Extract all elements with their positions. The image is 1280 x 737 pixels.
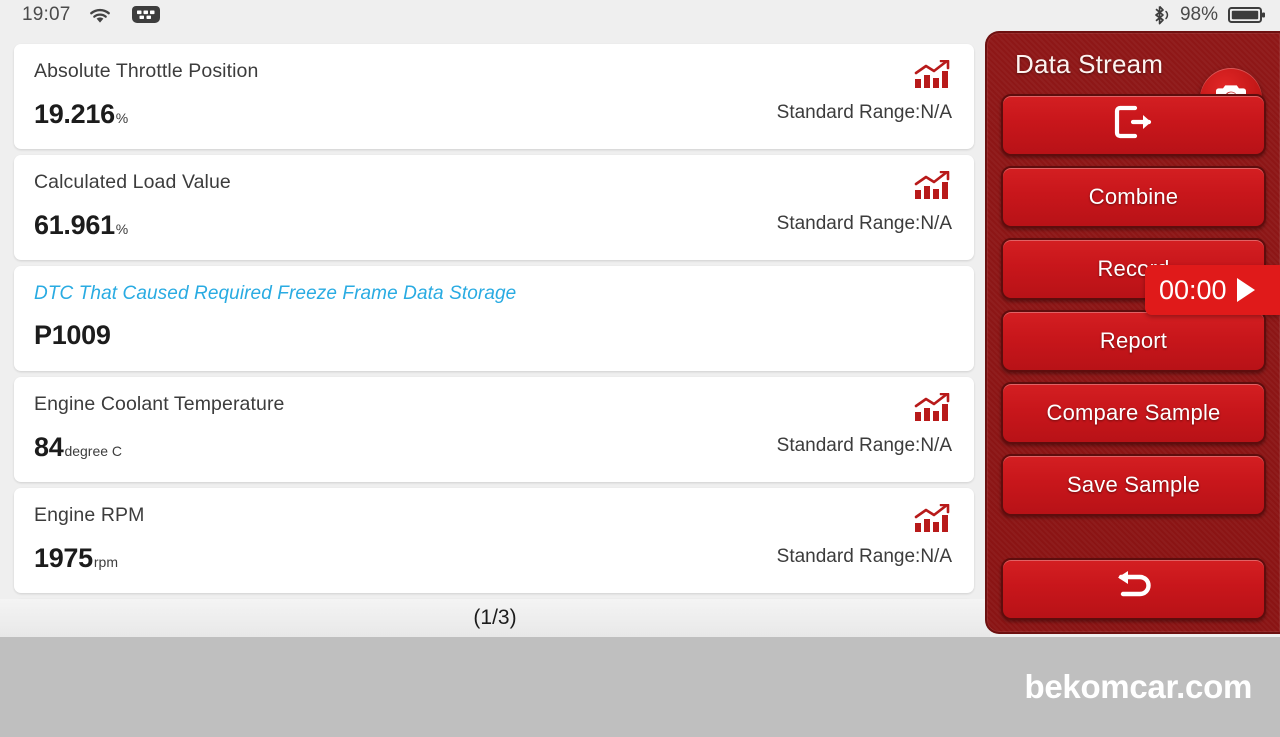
compare-sample-button[interactable]: Compare Sample xyxy=(1001,382,1266,444)
combine-button[interactable]: Combine xyxy=(1001,166,1266,228)
clock: 19:07 xyxy=(22,4,71,25)
standard-range: Standard Range:N/A xyxy=(776,102,952,123)
list-item[interactable]: Calculated Load Value 61.961 % Standard … xyxy=(14,155,974,260)
footer-bar: bekomcar.com xyxy=(0,637,1280,737)
play-icon[interactable] xyxy=(1236,278,1255,302)
list-item-right: Standard Range:N/A xyxy=(776,503,952,568)
save-sample-button-label: Save Sample xyxy=(1066,472,1201,497)
parameter-value-row: P1009 xyxy=(34,320,952,351)
bar-chart-icon[interactable] xyxy=(912,503,952,534)
save-sample-button[interactable]: Save Sample xyxy=(1001,454,1266,516)
back-button[interactable] xyxy=(1001,558,1266,620)
list-item-right: Standard Range:N/A xyxy=(776,170,952,235)
exit-icon xyxy=(1113,105,1155,145)
app-root: 19:07 98% Absolute Throttle Position 19.… xyxy=(0,0,1280,737)
parameter-unit: degree C xyxy=(64,442,123,459)
battery-percent: 98% xyxy=(1179,4,1218,25)
exit-button[interactable] xyxy=(1001,94,1266,156)
parameter-value: 19.216 xyxy=(34,98,115,129)
obd-connector-icon xyxy=(129,4,163,26)
parameter-value: P1009 xyxy=(34,320,111,350)
parameter-value: 61.961 xyxy=(34,209,115,240)
bar-chart-icon[interactable] xyxy=(912,170,952,201)
list-item[interactable]: Engine Coolant Temperature 84 degree C S… xyxy=(14,377,974,482)
list-item[interactable]: Engine RPM 1975 rpm Standard Range:N/A xyxy=(14,488,974,593)
list-item-dtc[interactable]: DTC That Caused Required Freeze Frame Da… xyxy=(14,266,974,371)
record-timer-value: 00:00 xyxy=(1159,274,1227,305)
bluetooth-icon xyxy=(1150,4,1170,26)
list-item-right: Standard Range:N/A xyxy=(776,392,952,457)
standard-range: Standard Range:N/A xyxy=(776,435,952,456)
parameter-unit: rpm xyxy=(93,553,118,570)
parameter-value: 1975 xyxy=(34,542,93,573)
list-item-right: Standard Range:N/A xyxy=(776,59,952,124)
parameter-unit: % xyxy=(115,109,129,126)
bar-chart-icon[interactable] xyxy=(912,392,952,423)
report-button[interactable]: Report xyxy=(1001,310,1266,372)
parameter-value: 84 xyxy=(34,431,64,462)
pagination-indicator: (1/3) xyxy=(0,599,990,637)
battery-icon xyxy=(1228,5,1266,25)
standard-range: Standard Range:N/A xyxy=(776,213,952,234)
parameter-unit: % xyxy=(115,220,129,237)
record-timer-overlay[interactable]: 00:00 xyxy=(1145,265,1280,315)
report-button-label: Report xyxy=(1099,328,1168,353)
back-arrow-icon xyxy=(1109,568,1159,610)
wifi-icon xyxy=(87,5,113,25)
status-bar-right: 98% xyxy=(1150,4,1266,26)
list-item[interactable]: Absolute Throttle Position 19.216 % Stan… xyxy=(14,44,974,149)
combine-button-label: Combine xyxy=(1088,184,1179,209)
compare-sample-button-label: Compare Sample xyxy=(1046,400,1221,425)
parameter-name: DTC That Caused Required Freeze Frame Da… xyxy=(34,283,517,304)
data-stream-panel: Data Stream Combine Record Report Compar… xyxy=(985,31,1280,634)
standard-range: Standard Range:N/A xyxy=(776,546,952,567)
data-stream-list[interactable]: Absolute Throttle Position 19.216 % Stan… xyxy=(0,30,990,637)
watermark: bekomcar.com xyxy=(1024,668,1252,705)
bar-chart-icon[interactable] xyxy=(912,59,952,90)
status-bar-left: 19:07 xyxy=(22,4,163,26)
status-bar: 19:07 98% xyxy=(0,0,1280,30)
